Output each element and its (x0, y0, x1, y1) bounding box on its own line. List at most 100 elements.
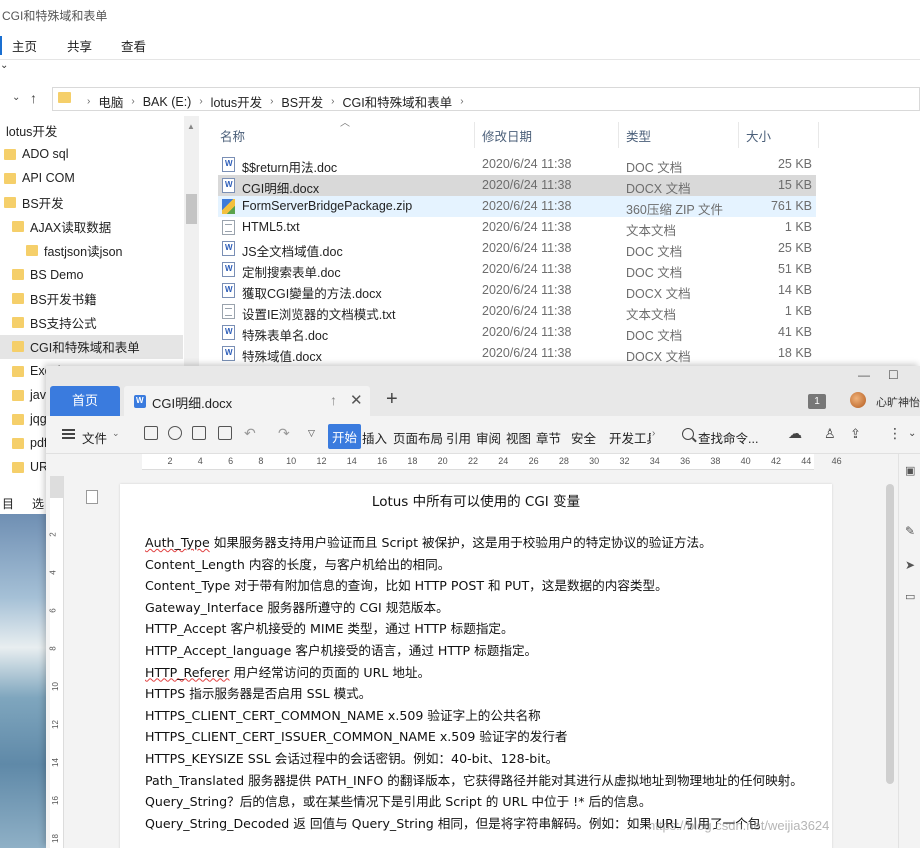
tab-references[interactable]: 引用 (446, 428, 471, 447)
document-title[interactable]: Lotus 中所有可以使用的 CGI 变量 (120, 490, 832, 510)
document-paragraph[interactable]: HTTP_Accept 客户机接受的 MIME 类型，通过 HTTP 标题指定。 (145, 618, 817, 640)
nav-item[interactable]: BS支持公式 (0, 311, 183, 335)
nav-scrollbar[interactable]: ▲ (184, 116, 199, 366)
command-search[interactable]: 查找命令... (698, 428, 758, 447)
file-row[interactable]: 特殊表单名.doc 2020/6/24 11:38 DOC 文档 41 KB (218, 322, 816, 343)
quick-access-dropdown-icon[interactable]: ▽ (308, 428, 315, 439)
ribbon-tab-home[interactable]: 主页 (0, 36, 40, 55)
tab-home[interactable]: 首页 (50, 386, 120, 416)
column-header-name[interactable]: 名称 (220, 126, 245, 145)
collapse-ribbon-icon[interactable]: ⌄ (908, 428, 916, 439)
format-painter-icon[interactable] (168, 426, 182, 440)
document-paragraph[interactable]: Gateway_Interface 服务器所遵守的 CGI 规范版本。 (145, 597, 817, 619)
column-divider[interactable] (818, 122, 819, 148)
cursor-icon[interactable]: ➤ (905, 558, 915, 572)
file-row[interactable]: 獲取CGI變量的方法.docx 2020/6/24 11:38 DOCX 文档 14 … (218, 280, 816, 301)
nav-item[interactable]: AJAX读取数据 (0, 214, 183, 238)
more-tabs-icon[interactable]: › (652, 428, 655, 439)
tab-insert[interactable]: 插入 (362, 428, 387, 447)
document-paragraph[interactable]: HTTPS 指示服务器是否启用 SSL 模式。 (145, 683, 817, 705)
tab-chapter[interactable]: 章节 (536, 428, 561, 447)
document-paragraph[interactable]: HTTP_Accept_language 客户机接受的语言，通过 HTTP 标题… (145, 640, 817, 662)
column-divider[interactable] (618, 122, 619, 148)
breadcrumb-item[interactable]: BAK (E:) (143, 95, 192, 109)
tab-document[interactable]: CGI明细.docx ↑ ✕ (124, 386, 370, 416)
print-preview-icon[interactable] (218, 426, 232, 440)
cloud-sync-icon[interactable]: ☁ (788, 425, 802, 442)
breadcrumb-item[interactable]: lotus开发 (211, 92, 262, 111)
nav-item[interactable]: fastjson读json (0, 239, 183, 263)
maximize-icon[interactable]: ☐ (888, 368, 899, 382)
more-icon[interactable]: ⋮ (888, 425, 902, 442)
document-paragraph[interactable]: Query_String？后的信息，或在某些情况下是引用此 Script 的 U… (145, 791, 817, 813)
tab-developer[interactable]: 开发工具 (609, 428, 651, 447)
document-outline-icon[interactable] (86, 490, 98, 504)
chevron-down-icon[interactable]: ⌄ (112, 428, 120, 439)
file-row[interactable]: FormServerBridgePackage.zip 2020/6/24 11:… (218, 196, 816, 217)
document-paragraph[interactable]: HTTPS_CLIENT_CERT_ISSUER_COMMON_NAME x.5… (145, 726, 817, 748)
window-count-badge[interactable]: 1 (808, 394, 826, 409)
close-tab-icon[interactable]: ✕ (350, 391, 363, 409)
document-paragraph[interactable]: HTTPS_CLIENT_CERT_COMMON_NAME x.509 验证字上… (145, 705, 817, 727)
breadcrumb-item[interactable]: BS开发 (281, 92, 323, 111)
nav-item[interactable]: BS开发 (0, 190, 183, 214)
address-bar[interactable]: › 电脑 › BAK (E:) › lotus开发 › BS开发 › CGI和特… (52, 87, 920, 111)
document-page[interactable]: Lotus 中所有可以使用的 CGI 变量 Auth_Type 如果服务器支持用… (120, 484, 832, 848)
document-paragraph[interactable]: Path_Translated 服务器提供 PATH_INFO 的翻译版本，它获… (145, 770, 817, 792)
scrollbar-thumb[interactable] (886, 484, 894, 784)
file-row[interactable]: HTML5.txt 2020/6/24 11:38 文本文档 1 KB (218, 217, 816, 238)
avatar[interactable] (850, 392, 866, 408)
vertical-ruler[interactable]: 2 4 6 8 10 12 14 16 18 (49, 476, 64, 848)
nav-item[interactable]: BS Demo (0, 263, 183, 287)
tab-review[interactable]: 审阅 (476, 428, 501, 447)
document-paragraph[interactable]: Content_Length 内容的长度，与客户机给出的相同。 (145, 554, 817, 576)
tab-page-layout[interactable]: 页面布局 (393, 428, 443, 447)
redo-icon[interactable]: ↷ (278, 425, 290, 442)
user-name[interactable]: 心旷神怡 (876, 394, 920, 410)
breadcrumb-item[interactable]: 电脑 (98, 92, 123, 111)
horizontal-ruler[interactable]: 2 4 6 8 10 12 14 16 18 20 22 24 26 28 30 32 34 36 38 40 42 44… (142, 454, 842, 470)
print-icon[interactable] (192, 426, 206, 440)
share-icon[interactable]: ⇪ (850, 426, 861, 442)
document-paragraph[interactable]: Content_Type 对于带有附加信息的查询，比如 HTTP POST 和 … (145, 575, 817, 597)
file-row[interactable]: CGI明细.docx 2020/6/24 11:38 DOCX 文档 15 KB (218, 175, 816, 196)
document-body[interactable]: Auth_Type 如果服务器支持用户验证而且 Script 被保护，这是用于校… (145, 532, 817, 834)
save-icon[interactable] (144, 426, 158, 440)
tab-start[interactable]: 开始 (328, 424, 362, 449)
column-divider[interactable] (738, 122, 739, 148)
file-menu[interactable]: 文件 (82, 428, 107, 447)
recent-locations-icon[interactable]: ⌄ (12, 92, 20, 103)
search-icon[interactable] (682, 428, 694, 440)
new-tab-button[interactable]: + (386, 388, 398, 411)
menu-icon[interactable] (62, 429, 75, 439)
nav-item[interactable]: ADO sql (0, 142, 183, 166)
document-scrollbar[interactable] (884, 454, 898, 848)
scroll-up-icon[interactable]: ▲ (187, 122, 195, 131)
nav-item[interactable]: CGI和特殊域和表单 (0, 334, 183, 359)
file-row[interactable]: $$return用法.doc 2020/6/24 11:38 DOC 文档 25 KB (218, 154, 816, 175)
document-paragraph[interactable]: HTTP_Referer 用户经常访问的页面的 URL 地址。 (145, 662, 817, 684)
scrollbar-thumb[interactable] (186, 194, 197, 224)
document-paragraph[interactable]: HTTPS_KEYSIZE SSL 会话过程中的会话密钥。例如：40-bit、1… (145, 748, 817, 770)
pen-icon[interactable]: ✎ (905, 524, 915, 538)
ribbon-expand-icon[interactable]: ⌄ (0, 60, 20, 82)
tab-security[interactable]: 安全 (571, 428, 596, 447)
panel-icon[interactable]: ▣ (905, 464, 915, 477)
minimize-icon[interactable]: — (858, 368, 870, 382)
nav-item[interactable]: BS开发书籍 (0, 287, 183, 311)
nav-item[interactable]: API COM (0, 166, 183, 190)
nav-item[interactable]: lotus开发 (0, 118, 183, 142)
file-row[interactable]: 特殊域值.docx 2020/6/24 11:38 DOCX 文档 18 KB (218, 343, 816, 364)
undo-icon[interactable]: ↶ (244, 425, 256, 442)
column-header-date[interactable]: 修改日期 (482, 126, 532, 145)
document-paragraph[interactable]: Auth_Type 如果服务器支持用户验证而且 Script 被保护，这是用于校… (145, 532, 817, 554)
file-row[interactable]: JS全文档域值.doc 2020/6/24 11:38 DOC 文档 25 KB (218, 238, 816, 259)
column-header-size[interactable]: 大小 (746, 126, 771, 145)
breadcrumb-item[interactable]: CGI和特殊域和表单 (342, 92, 452, 111)
tab-view[interactable]: 视图 (506, 428, 531, 447)
up-arrow-icon[interactable]: ↑ (30, 90, 37, 106)
window-icon[interactable]: ▭ (905, 590, 915, 603)
file-row[interactable]: 设置IE浏览器的文档模式.txt 2020/6/24 11:38 文本文档 1 KB (218, 301, 816, 322)
pin-arrow-icon[interactable]: ↑ (330, 392, 337, 408)
file-row[interactable]: 定制搜索表单.doc 2020/6/24 11:38 DOC 文档 51 KB (218, 259, 816, 280)
